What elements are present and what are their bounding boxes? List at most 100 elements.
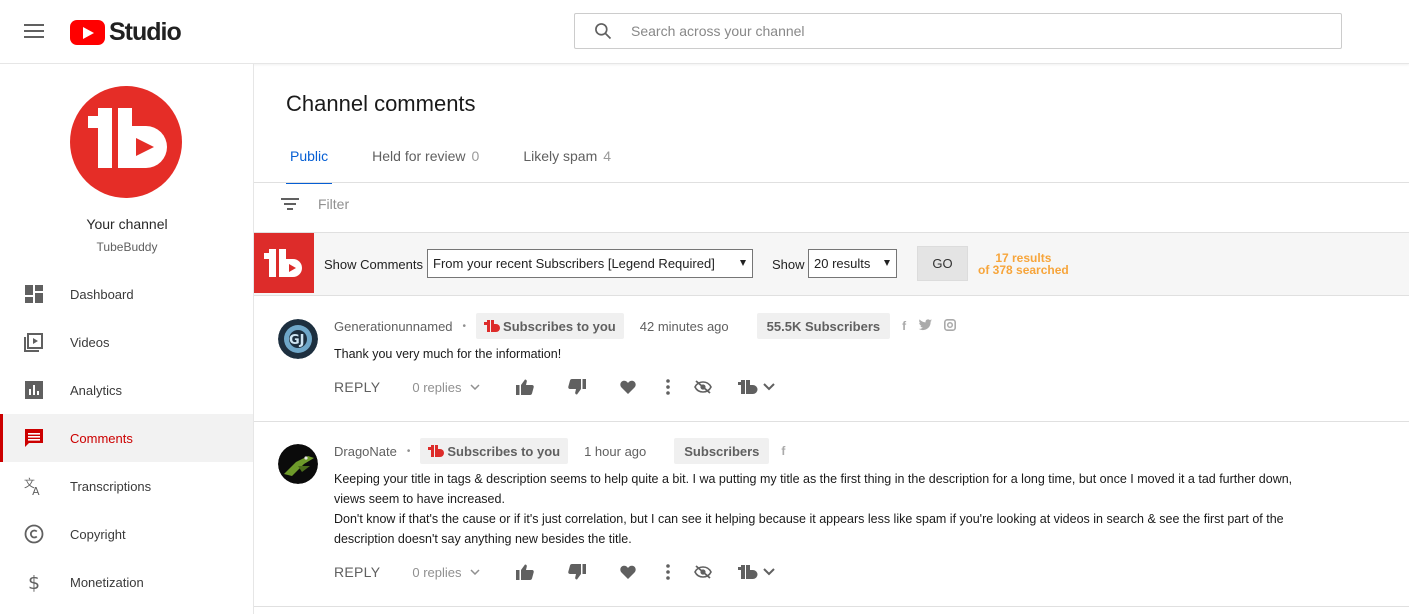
reply-button[interactable]: REPLY: [334, 564, 380, 580]
hide-user-icon[interactable]: [693, 565, 712, 579]
svg-text:A: A: [32, 485, 40, 497]
tubebuddy-mini-icon: [484, 320, 501, 332]
sidebar-item-label: Dashboard: [70, 286, 134, 302]
search-box[interactable]: [574, 13, 1342, 49]
subscriber-badge: Subscribes to you: [476, 313, 624, 339]
dislike-icon[interactable]: [567, 564, 586, 580]
copyright-icon: [24, 524, 44, 544]
sidebar-item-videos[interactable]: Videos: [0, 318, 253, 366]
sidebar-item-comments[interactable]: Comments: [0, 414, 253, 462]
main-content: Channel comments Public Held for review 0…: [254, 64, 1409, 614]
tubebuddy-logo: [88, 108, 167, 168]
svg-text:$: $: [28, 572, 40, 592]
replies-count: 0 replies: [412, 564, 462, 580]
sidebar-nav: Dashboard Videos Analytics Comments 文A T…: [0, 270, 253, 606]
filter-bar[interactable]: Filter: [280, 196, 349, 212]
page-title: Channel comments: [286, 91, 476, 116]
instagram-icon[interactable]: [944, 318, 957, 334]
commenter-avatar[interactable]: GJ: [278, 319, 318, 359]
monetization-icon: $: [24, 572, 44, 592]
replies-count: 0 replies: [412, 379, 462, 395]
commenter-avatar[interactable]: [278, 444, 318, 484]
search-icon[interactable]: [575, 21, 631, 41]
sidebar-item-copyright[interactable]: Copyright: [0, 510, 253, 558]
hide-user-icon[interactable]: [693, 380, 712, 394]
subscriber-count: 55.5K Subscribers: [756, 313, 891, 339]
sidebar-item-analytics[interactable]: Analytics: [0, 366, 253, 414]
results-summary: 17 results of 378 searched: [978, 252, 1069, 276]
tubebuddy-menu-icon[interactable]: [737, 379, 776, 395]
tabs-divider: [254, 182, 1409, 183]
sidebar: Your channel TubeBuddy Dashboard Videos …: [0, 64, 254, 614]
comment-author[interactable]: DragoNate: [334, 444, 397, 459]
sidebar-item-label: Monetization: [70, 574, 144, 590]
comment-meta: DragoNate • Subscribes to you 1 hour ago…: [334, 438, 797, 464]
tab-public[interactable]: Public: [286, 142, 333, 184]
svg-text:GJ: GJ: [289, 333, 305, 348]
menu-icon[interactable]: [24, 24, 44, 40]
tubebuddy-mini-icon: [428, 445, 445, 457]
tab-label: Held for review: [372, 148, 466, 164]
facebook-icon[interactable]: f: [781, 444, 785, 458]
dashboard-icon: [24, 284, 44, 304]
like-icon[interactable]: [515, 564, 534, 580]
dropdown-arrow-icon: [884, 260, 890, 266]
logo-text: Studio: [109, 18, 182, 46]
more-options-icon[interactable]: [665, 379, 670, 395]
comment-text: Thank you very much for the information!: [334, 347, 562, 361]
comment-author[interactable]: Generationunnamed: [334, 319, 453, 334]
facebook-icon[interactable]: f: [902, 319, 906, 333]
channel-avatar[interactable]: [70, 86, 182, 198]
comment-text: Keeping your title in tags & description…: [334, 469, 1314, 549]
tab-count: 0: [471, 148, 480, 164]
more-options-icon[interactable]: [665, 564, 670, 580]
heart-icon[interactable]: [619, 565, 636, 579]
tubebuddy-menu-icon[interactable]: [737, 564, 776, 580]
your-channel-label: Your channel: [86, 216, 168, 232]
comment-item: DragoNate • Subscribes to you 1 hour ago…: [254, 422, 1409, 607]
filter-icon[interactable]: [280, 196, 300, 212]
tab-label: Likely spam: [523, 148, 598, 164]
results-count-value: 20 results: [814, 256, 871, 271]
sidebar-item-label: Copyright: [70, 526, 126, 542]
show-label: Show: [772, 257, 805, 272]
sidebar-item-label: Transcriptions: [70, 478, 152, 494]
tab-count: 4: [603, 148, 612, 164]
top-bar: Studio: [0, 0, 1409, 64]
go-button[interactable]: GO: [917, 246, 968, 281]
replies-toggle[interactable]: 0 replies: [412, 379, 480, 395]
comment-meta: Generationunnamed • Subscribes to you 42…: [334, 313, 968, 339]
tab-likely-spam[interactable]: Likely spam 4: [519, 142, 615, 182]
search-input[interactable]: [631, 23, 1341, 39]
social-links: f: [902, 318, 968, 334]
separator-dot: •: [406, 445, 411, 457]
comment-text-paragraph: Don't know if that's the cause or if it'…: [334, 512, 1284, 546]
like-icon[interactable]: [515, 379, 534, 395]
comments-source-select[interactable]: From your recent Subscribers [Legend Req…: [427, 249, 753, 278]
comments-source-value: From your recent Subscribers [Legend Req…: [433, 256, 715, 271]
tab-held-for-review[interactable]: Held for review 0: [368, 142, 483, 182]
subscriber-count: Subscribers: [674, 438, 770, 464]
badge-label: Subscribes to you: [447, 443, 561, 459]
show-comments-label: Show Comments: [324, 257, 423, 272]
comment-time[interactable]: 42 minutes ago: [640, 319, 729, 334]
badge-label: Subscribes to you: [503, 318, 616, 334]
sidebar-item-label: Analytics: [70, 382, 123, 398]
reply-button[interactable]: REPLY: [334, 379, 380, 395]
sidebar-item-monetization[interactable]: $ Monetization: [0, 558, 253, 606]
sidebar-item-dashboard[interactable]: Dashboard: [0, 270, 253, 318]
sidebar-item-transcriptions[interactable]: 文A Transcriptions: [0, 462, 253, 510]
comment-time[interactable]: 1 hour ago: [584, 444, 646, 459]
results-searched: of 378 searched: [978, 263, 1069, 277]
youtube-play-icon: [70, 20, 105, 45]
dislike-icon[interactable]: [567, 379, 586, 395]
replies-toggle[interactable]: 0 replies: [412, 564, 480, 580]
heart-icon[interactable]: [619, 380, 636, 394]
results-count-select[interactable]: 20 results: [808, 249, 897, 278]
twitter-icon[interactable]: [918, 318, 933, 334]
filter-input[interactable]: Filter: [318, 196, 349, 212]
subscriber-badge: Subscribes to you: [420, 438, 569, 464]
comments-icon: [24, 428, 44, 448]
transcriptions-icon: 文A: [24, 476, 44, 497]
youtube-studio-logo[interactable]: Studio: [70, 18, 182, 47]
